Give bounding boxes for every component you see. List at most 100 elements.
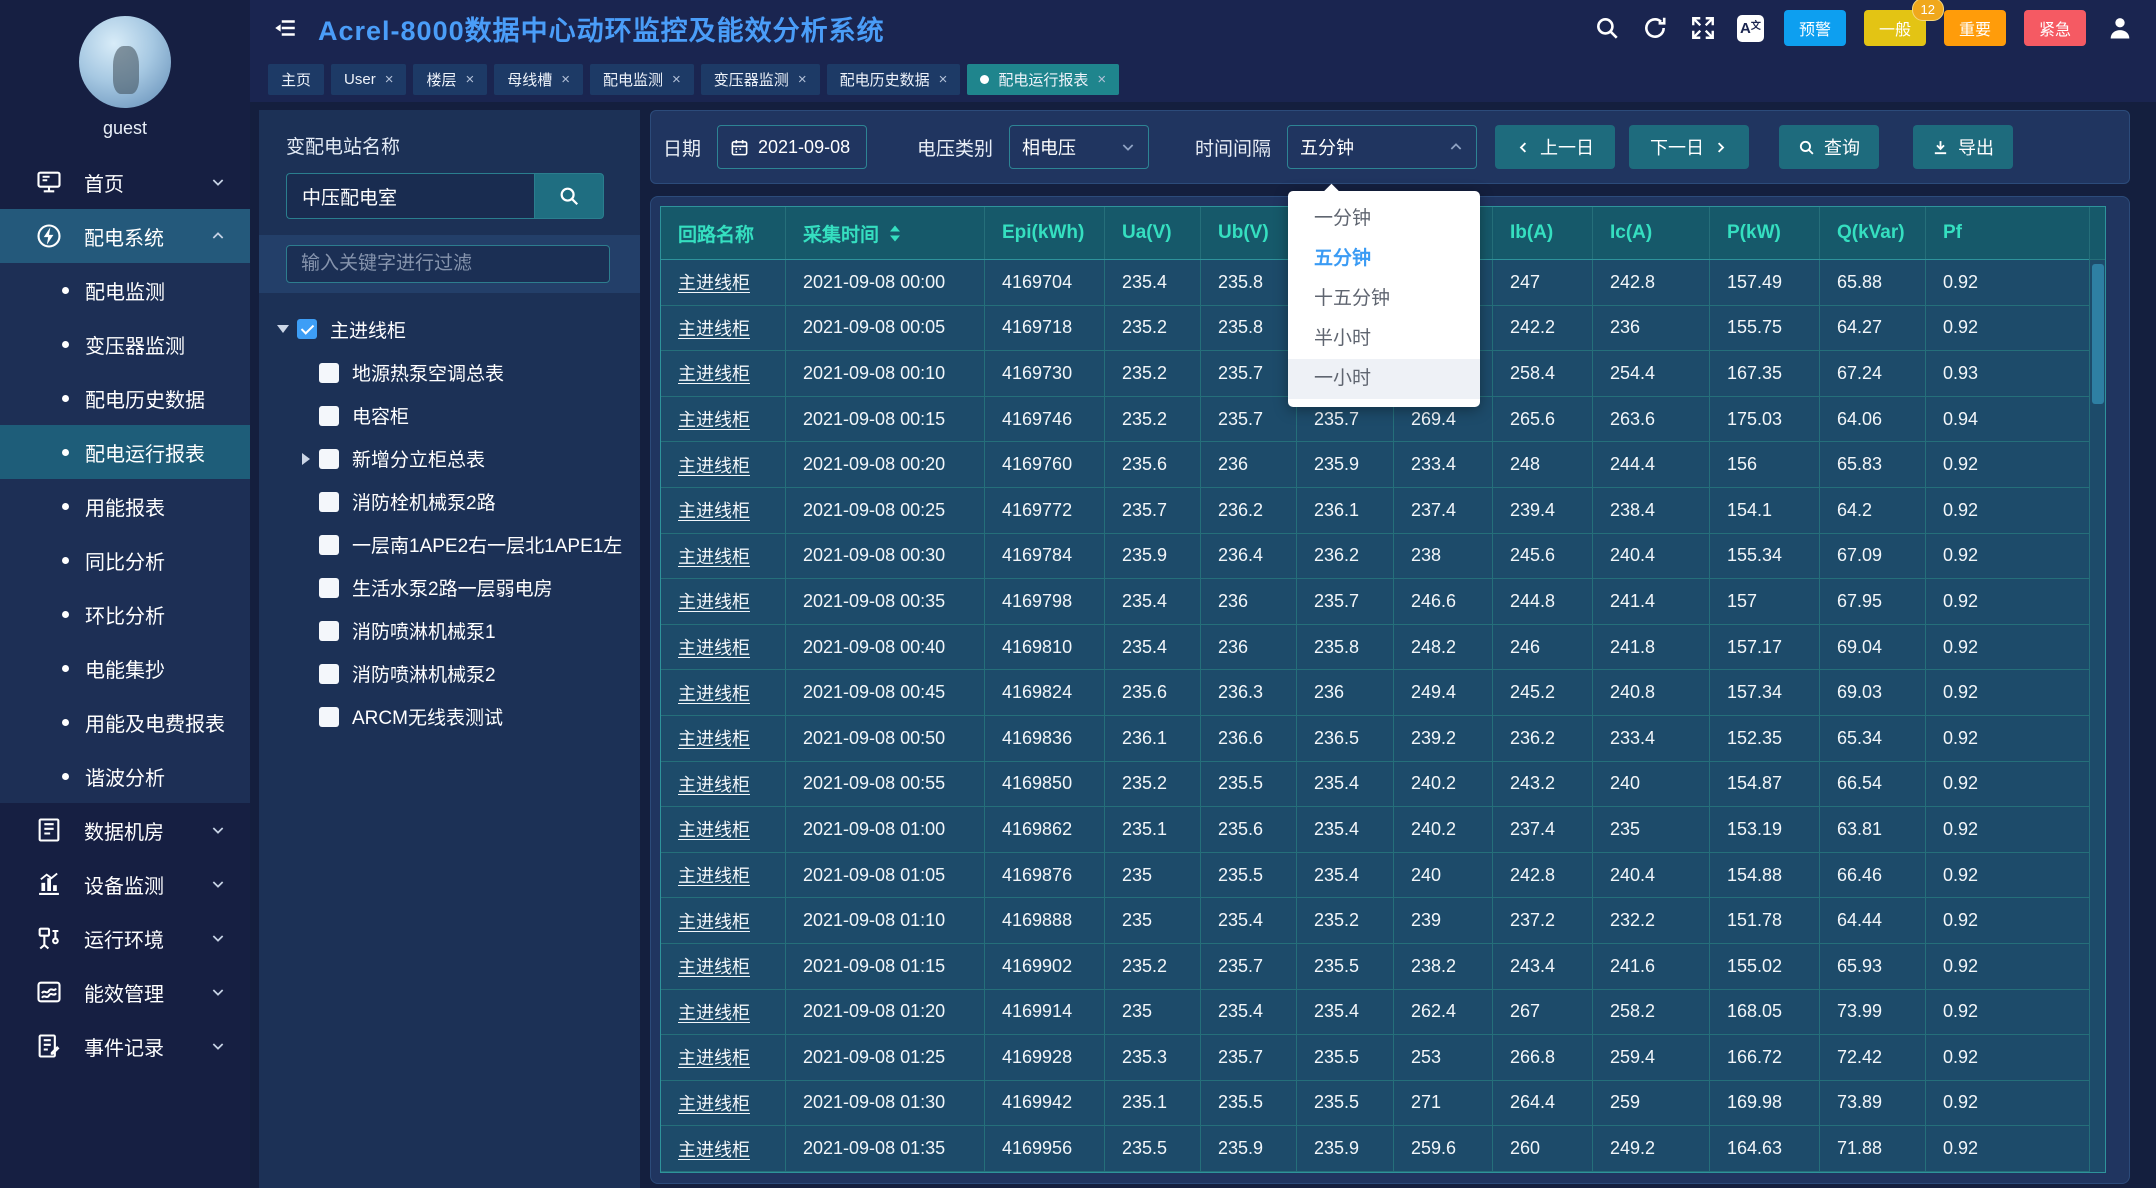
tab-0[interactable]: 主页 xyxy=(268,64,324,95)
sort-icon[interactable] xyxy=(888,225,902,242)
caret-right-icon[interactable] xyxy=(299,453,319,465)
interval-option-3[interactable]: 半小时 xyxy=(1288,319,1480,359)
circuit-link[interactable]: 主进线柜 xyxy=(678,771,750,797)
tab-2[interactable]: 楼层× xyxy=(413,64,487,95)
circuit-link[interactable]: 主进线柜 xyxy=(678,725,750,751)
tab-7[interactable]: 配电运行报表× xyxy=(967,64,1119,95)
circuit-link[interactable]: 主进线柜 xyxy=(678,360,750,386)
station-search-button[interactable] xyxy=(534,173,604,219)
sidebar-item-16[interactable]: 事件记录 xyxy=(0,1019,250,1073)
circuit-link[interactable]: 主进线柜 xyxy=(678,1090,750,1116)
circuit-link[interactable]: 主进线柜 xyxy=(678,588,750,614)
voltage-select[interactable]: 相电压 xyxy=(1009,125,1149,169)
tab-3[interactable]: 母线槽× xyxy=(494,64,583,95)
alarm-badge-0[interactable]: 预警 xyxy=(1784,10,1846,46)
sidebar-item-6[interactable]: 用能报表 xyxy=(0,479,250,533)
column-header-1[interactable]: 采集时间 xyxy=(786,207,985,259)
sidebar-item-3[interactable]: 变压器监测 xyxy=(0,317,250,371)
sidebar-item-7[interactable]: 同比分析 xyxy=(0,533,250,587)
checkbox-unchecked[interactable] xyxy=(319,535,339,555)
circuit-link[interactable]: 主进线柜 xyxy=(678,816,750,842)
checkbox-unchecked[interactable] xyxy=(319,707,339,727)
sidebar-item-11[interactable]: 谐波分析 xyxy=(0,749,250,803)
interval-option-2[interactable]: 十五分钟 xyxy=(1288,279,1480,319)
sidebar-item-8[interactable]: 环比分析 xyxy=(0,587,250,641)
checkbox-unchecked[interactable] xyxy=(319,492,339,512)
tab-close-icon[interactable]: × xyxy=(672,71,681,88)
sidebar-item-0[interactable]: 首页 xyxy=(0,155,250,209)
checkbox-unchecked[interactable] xyxy=(319,406,339,426)
tree-filter-input[interactable] xyxy=(286,245,610,283)
caret-down-icon[interactable] xyxy=(277,319,297,339)
circuit-link[interactable]: 主进线柜 xyxy=(678,680,750,706)
sidebar-item-14[interactable]: 运行环境 xyxy=(0,911,250,965)
user-icon[interactable] xyxy=(2106,14,2134,42)
sidebar-item-1[interactable]: 配电系统 xyxy=(0,209,250,263)
circuit-link[interactable]: 主进线柜 xyxy=(678,406,750,432)
sidebar-item-12[interactable]: 数据机房 xyxy=(0,803,250,857)
hamburger-menu-icon[interactable] xyxy=(272,15,298,41)
tree-node-8[interactable]: ARCM无线表测试 xyxy=(259,695,640,738)
circuit-link[interactable]: 主进线柜 xyxy=(678,1044,750,1070)
tab-4[interactable]: 配电监测× xyxy=(590,64,694,95)
tab-close-icon[interactable]: × xyxy=(1097,71,1106,88)
circuit-link[interactable]: 主进线柜 xyxy=(678,862,750,888)
alarm-badge-1[interactable]: 一般12 xyxy=(1864,10,1926,46)
export-button[interactable]: 导出 xyxy=(1913,125,2013,169)
circuit-link[interactable]: 主进线柜 xyxy=(678,497,750,523)
checkbox-unchecked[interactable] xyxy=(319,621,339,641)
sidebar-item-13[interactable]: 设备监测 xyxy=(0,857,250,911)
tree-node-2[interactable]: 新增分立柜总表 xyxy=(259,437,640,480)
tab-close-icon[interactable]: × xyxy=(465,71,474,88)
date-picker[interactable]: 2021-09-08 xyxy=(717,125,867,169)
tree-node-0[interactable]: 地源热泵空调总表 xyxy=(259,351,640,394)
tab-6[interactable]: 配电历史数据× xyxy=(827,64,961,95)
sidebar-item-4[interactable]: 配电历史数据 xyxy=(0,371,250,425)
sidebar-item-2[interactable]: 配电监测 xyxy=(0,263,250,317)
tab-close-icon[interactable]: × xyxy=(798,71,807,88)
tab-5[interactable]: 变压器监测× xyxy=(701,64,820,95)
tab-close-icon[interactable]: × xyxy=(385,71,394,88)
interval-option-0[interactable]: 一分钟 xyxy=(1288,199,1480,239)
checkbox-checked[interactable] xyxy=(297,319,317,339)
circuit-link[interactable]: 主进线柜 xyxy=(678,953,750,979)
circuit-link[interactable]: 主进线柜 xyxy=(678,1136,750,1162)
tree-node-3[interactable]: 消防栓机械泵2路 xyxy=(259,480,640,523)
checkbox-unchecked[interactable] xyxy=(319,363,339,383)
scrollbar-thumb[interactable] xyxy=(2092,264,2104,404)
tree-node-7[interactable]: 消防喷淋机械泵2 xyxy=(259,652,640,695)
tab-close-icon[interactable]: × xyxy=(939,71,948,88)
circuit-link[interactable]: 主进线柜 xyxy=(678,269,750,295)
sidebar-item-5[interactable]: 配电运行报表 xyxy=(0,425,250,479)
checkbox-unchecked[interactable] xyxy=(319,664,339,684)
interval-select[interactable]: 五分钟 xyxy=(1287,125,1477,169)
alarm-badge-2[interactable]: 重要 xyxy=(1944,10,2006,46)
tree-node-root[interactable]: 主进线柜 xyxy=(259,307,640,351)
tree-node-6[interactable]: 消防喷淋机械泵1 xyxy=(259,609,640,652)
next-day-button[interactable]: 下一日 xyxy=(1629,125,1749,169)
tree-node-1[interactable]: 电容柜 xyxy=(259,394,640,437)
checkbox-unchecked[interactable] xyxy=(319,449,339,469)
prev-day-button[interactable]: 上一日 xyxy=(1495,125,1615,169)
translate-icon[interactable]: A文 xyxy=(1737,15,1764,42)
station-search-input[interactable] xyxy=(286,173,534,219)
tree-node-4[interactable]: 一层南1APE2右一层北1APE1左 xyxy=(259,523,640,566)
sidebar-item-10[interactable]: 用能及电费报表 xyxy=(0,695,250,749)
circuit-link[interactable]: 主进线柜 xyxy=(678,315,750,341)
interval-option-1[interactable]: 五分钟 xyxy=(1288,239,1480,279)
sidebar-item-15[interactable]: 能效管理 xyxy=(0,965,250,1019)
circuit-link[interactable]: 主进线柜 xyxy=(678,999,750,1025)
interval-option-4[interactable]: 一小时 xyxy=(1288,359,1480,399)
circuit-link[interactable]: 主进线柜 xyxy=(678,543,750,569)
fullscreen-icon[interactable] xyxy=(1689,14,1717,42)
table-scrollbar[interactable] xyxy=(2089,207,2105,1172)
query-button[interactable]: 查询 xyxy=(1779,125,1879,169)
tab-1[interactable]: User× xyxy=(331,64,406,95)
circuit-link[interactable]: 主进线柜 xyxy=(678,908,750,934)
alarm-badge-3[interactable]: 紧急 xyxy=(2024,10,2086,46)
checkbox-unchecked[interactable] xyxy=(319,578,339,598)
refresh-icon[interactable] xyxy=(1641,14,1669,42)
tree-node-5[interactable]: 生活水泵2路一层弱电房 xyxy=(259,566,640,609)
circuit-link[interactable]: 主进线柜 xyxy=(678,634,750,660)
circuit-link[interactable]: 主进线柜 xyxy=(678,452,750,478)
